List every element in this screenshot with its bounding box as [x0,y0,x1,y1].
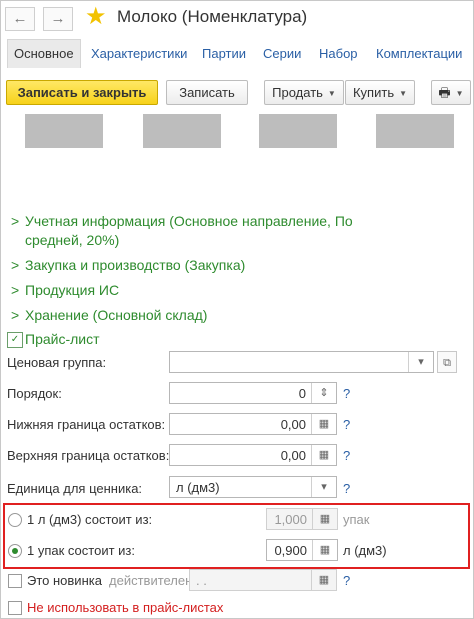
exclude-pricelist-checkbox[interactable] [8,601,22,615]
max-stock-label: Верхняя граница остатков: [7,448,170,463]
liter-consists-unit: упак [343,512,370,527]
radio-pack-consists[interactable] [8,544,22,558]
valid-until-field: . . ▦ [189,569,337,591]
price-group-field[interactable]: ▾ [169,351,434,373]
radio-liter-consists[interactable] [8,513,22,527]
radio-liter-consists-label: 1 л (дм3) состоит из: [27,512,153,527]
sell-label: Продать [272,85,323,100]
print-button[interactable]: 🖶 ▼ [431,80,471,105]
price-tag-unit-value: л (дм3) [176,480,220,495]
favorite-star-icon[interactable]: ★ [85,3,107,31]
min-stock-label: Нижняя граница остатков: [7,417,166,432]
calculator-icon[interactable]: ▦ [311,414,336,434]
tab-characteristics[interactable]: Характеристики [91,46,187,61]
tab-series[interactable]: Серии [263,46,301,61]
forward-button[interactable]: → [43,7,73,31]
section-accounting[interactable]: > Учетная информация (Основное направлени… [11,213,353,229]
tab-bundles[interactable]: Комплектации [376,46,462,61]
price-tag-unit-field[interactable]: л (дм3) ▾ [169,476,337,498]
tab-main[interactable]: Основное [7,39,81,68]
max-stock-field[interactable]: 0,00 ▦ [169,444,337,466]
caret-down-icon: ▼ [327,89,336,99]
min-stock-value: 0,00 [280,417,306,432]
hidden-field-block [259,114,337,148]
window-title: Молоко (Номенклатура) [117,7,308,26]
help-icon[interactable]: ? [343,481,350,496]
sell-button[interactable]: Продать ▼ [264,80,344,105]
section-storage[interactable]: > Хранение (Основной склад) [11,307,207,323]
printer-icon: 🖶 [438,85,451,100]
caret-down-icon: ▼ [399,89,408,99]
arrow-right-icon: → [50,10,66,27]
section-purchase-label: Закупка и производство (Закупка) [25,257,246,273]
liter-consists-value: 1,000 [274,512,307,527]
pack-consists-unit: л (дм3) [343,543,387,558]
tab-set[interactable]: Набор [319,46,358,61]
liter-consists-field: 1,000 ▦ [266,508,338,530]
max-stock-value: 0,00 [280,448,306,463]
calculator-icon[interactable]: ▦ [312,540,337,560]
spinner-icon[interactable]: ⇕ [311,383,336,403]
section-accounting-line2: средней, 20%) [25,232,120,248]
order-label: Порядок: [7,386,62,401]
buy-button[interactable]: Купить ▼ [345,80,415,105]
order-value: 0 [298,386,306,401]
chevron-right-icon: > [11,282,20,298]
back-button[interactable]: ← [5,7,35,31]
is-new-checkbox[interactable] [8,574,22,588]
section-products[interactable]: > Продукция ИС [11,282,119,298]
buy-label: Купить [352,85,395,100]
chevron-right-icon: > [11,213,20,229]
help-icon[interactable]: ? [343,448,350,463]
save-button[interactable]: Записать [166,80,248,105]
chevron-down-icon[interactable]: ✓ [7,332,23,348]
calculator-icon: ▦ [312,509,337,529]
calculator-icon[interactable]: ▦ [311,445,336,465]
section-purchase[interactable]: > Закупка и производство (Закупка) [11,257,245,273]
open-link-icon[interactable]: ⧉ [437,351,457,373]
help-icon[interactable]: ? [343,417,350,432]
caret-down-icon: ▼ [455,89,464,99]
calendar-icon: ▦ [311,570,336,590]
help-icon[interactable]: ? [343,573,350,588]
section-accounting-label: Учетная информация (Основное направление… [25,213,353,229]
section-storage-label: Хранение (Основной склад) [25,307,208,323]
hidden-field-block [25,114,103,148]
save-and-close-button[interactable]: Записать и закрыть [6,80,158,105]
radio-pack-consists-label: 1 упак состоит из: [27,543,135,558]
chevron-right-icon: > [11,257,20,273]
item-form-window: ← → ★ Молоко (Номенклатура) Основное Хар… [0,0,474,619]
exclude-pricelist-label: Не использовать в прайс-листах [27,600,224,615]
is-new-label: Это новинка [27,573,102,588]
price-group-label: Ценовая группа: [7,355,107,370]
valid-until-value: . . [196,573,207,588]
pack-consists-field[interactable]: 0,900 ▦ [266,539,338,561]
price-tag-unit-label: Единица для ценника: [7,481,143,496]
arrow-left-icon: ← [12,10,28,27]
section-products-label: Продукция ИС [25,282,120,298]
dropdown-arrow-icon[interactable]: ▾ [408,352,433,372]
dropdown-arrow-icon[interactable]: ▾ [311,477,336,497]
min-stock-field[interactable]: 0,00 ▦ [169,413,337,435]
chevron-right-icon: > [11,307,20,323]
hidden-field-block [143,114,221,148]
tab-batches[interactable]: Партии [202,46,246,61]
section-pricelist[interactable]: Прайс-лист [25,331,100,347]
pack-consists-value: 0,900 [274,543,307,558]
hidden-field-block [376,114,454,148]
order-field[interactable]: 0 ⇕ [169,382,337,404]
help-icon[interactable]: ? [343,386,350,401]
